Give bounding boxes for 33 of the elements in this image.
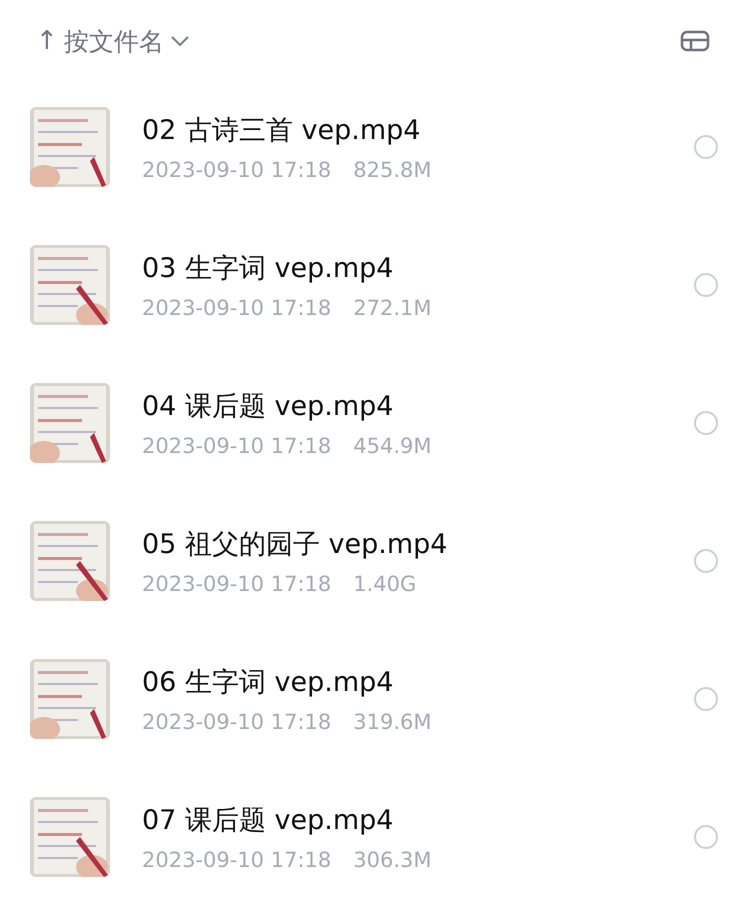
file-name: 02 古诗三首 vep.mp4: [142, 114, 422, 148]
file-name: 04 课后题 vep.mp4: [142, 390, 394, 424]
select-radio[interactable]: [694, 549, 718, 573]
file-size: 272.1M: [353, 296, 432, 320]
file-date: 2023-09-10 17:18: [142, 848, 332, 872]
file-row[interactable]: 07 课后题 vep.mp4 2023-09-10 17:18 306.3M: [0, 768, 750, 906]
file-name: 06 生字词 vep.mp4: [142, 666, 394, 700]
file-name: 03 生字词 vep.mp4: [142, 252, 394, 286]
file-size: 306.3M: [353, 848, 432, 872]
select-radio[interactable]: [694, 135, 718, 159]
file-row[interactable]: 04 课后题 vep.mp4 2023-09-10 17:18 454.9M: [0, 354, 750, 492]
select-radio[interactable]: [694, 687, 718, 711]
file-name: 05 祖父的园子 vep.mp4: [142, 528, 448, 562]
file-date: 2023-09-10 17:18: [142, 158, 332, 182]
file-date: 2023-09-10 17:18: [142, 572, 332, 596]
select-radio[interactable]: [694, 273, 718, 297]
file-date: 2023-09-10 17:18: [142, 296, 332, 320]
sort-button[interactable]: ↑ 按文件名: [36, 24, 190, 58]
file-size: 319.6M: [353, 710, 432, 734]
file-date: 2023-09-10 17:18: [142, 434, 332, 458]
select-radio[interactable]: [694, 411, 718, 435]
file-row[interactable]: 03 生字词 vep.mp4 2023-09-10 17:18 272.1M: [0, 216, 750, 354]
file-row[interactable]: 05 祖父的园子 vep.mp4 2023-09-10 17:18 1.40G: [0, 492, 750, 630]
file-row[interactable]: 06 生字词 vep.mp4 2023-09-10 17:18 319.6M: [0, 630, 750, 768]
file-name: 07 课后题 vep.mp4: [142, 804, 394, 838]
file-size: 825.8M: [353, 158, 432, 182]
chevron-down-icon: [170, 35, 190, 47]
file-row[interactable]: 02 古诗三首 vep.mp4 2023-09-10 17:18 825.8M: [0, 78, 750, 216]
file-size: 1.40G: [353, 572, 416, 596]
file-date: 2023-09-10 17:18: [142, 710, 332, 734]
layout-icon[interactable]: [680, 30, 710, 52]
file-size: 454.9M: [353, 434, 432, 458]
select-radio[interactable]: [694, 825, 718, 849]
